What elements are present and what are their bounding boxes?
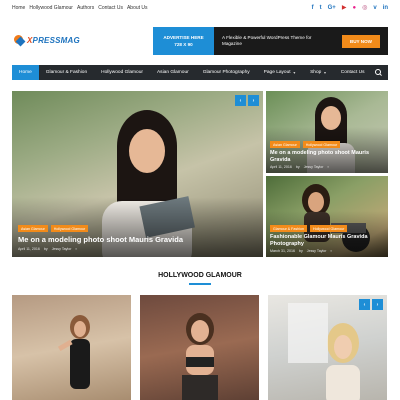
nav-item-hollywood-glamour[interactable]: Hollywood Glamour <box>94 65 150 80</box>
main-nav: Home Glamour & Fashion Hollywood Glamour… <box>12 65 388 80</box>
hero-post-title[interactable]: Me on a modeling photo shoot Mauris Grav… <box>18 235 257 244</box>
category-tag[interactable]: Hollywood Glamour <box>309 225 348 232</box>
top-link-about-us[interactable]: About Us <box>127 5 148 11</box>
nav-label: Contact Us <box>340 70 365 75</box>
google-plus-icon[interactable]: G+ <box>328 4 336 12</box>
search-icon[interactable] <box>375 69 382 76</box>
side-post-2-title[interactable]: Fashionable Glamour Mauris Gravida Photo… <box>270 234 384 247</box>
nav-label: Shop <box>310 70 322 75</box>
featured-slider[interactable]: ‹ › Asian Glamour Hollywood Glamour Me o… <box>12 91 263 257</box>
twitter-icon[interactable]: t <box>320 4 322 12</box>
side-post-1-title[interactable]: Me on a modeling photo shoot Mauris Grav… <box>270 150 384 163</box>
top-links: Home Hollywood Glamour Authors Contact U… <box>12 5 148 11</box>
ad-message: A Flexible & Powerful WordPress Theme fo… <box>222 35 312 46</box>
nav-item-page-layout[interactable]: Page Layout ▼ <box>257 65 303 80</box>
hollywood-post-image <box>57 315 90 389</box>
side-post-2[interactable]: Glamour & Fashion Hollywood Glamour Fash… <box>266 176 388 257</box>
side-post-1-meta: April 11, 2016 by Jessy Taylor ▪ <box>270 165 384 169</box>
ad-banner[interactable]: ADVERTISE HERE 728 X 90 A Flexible & Pow… <box>153 27 388 55</box>
top-link-hollywood-glamour[interactable]: Hollywood Glamour <box>29 5 73 11</box>
side-post-1-caption: Asian Glamour Hollywood Glamour Me on a … <box>266 127 388 173</box>
top-link-authors[interactable]: Authors <box>77 5 94 11</box>
category-tag[interactable]: Glamour & Fashion <box>270 225 307 232</box>
hollywood-post-image <box>182 313 218 400</box>
facebook-icon[interactable]: f <box>312 4 314 12</box>
side-post-2-meta: March 31, 2016 by Jessy Taylor ▪ <box>270 249 384 253</box>
section-underline <box>189 283 211 285</box>
site-logo[interactable]: XPRESSMAG <box>12 30 102 50</box>
post-author[interactable]: Jessy Taylor <box>304 165 324 169</box>
logo-text-rest: PRESSMAG <box>32 35 80 45</box>
logo-mark-icon <box>12 33 26 47</box>
post-date: April 11, 2016 <box>270 165 292 169</box>
flickr-icon[interactable]: ● <box>352 4 356 12</box>
nav-item-asian-glamour[interactable]: Asian Glamour <box>150 65 196 80</box>
logo-text: XPRESSMAG <box>27 36 80 45</box>
section-title: HOLLYWOOD GLAMOUR <box>158 272 242 279</box>
nav-item-home[interactable]: Home <box>12 65 39 80</box>
hero-post-meta: April 11, 2016 by Jessy Taylor ▪ <box>18 247 257 251</box>
instagram-icon[interactable]: ◎ <box>362 4 367 12</box>
youtube-icon[interactable]: ▶ <box>342 4 347 12</box>
linkedin-icon[interactable]: in <box>383 4 388 12</box>
category-tag[interactable]: Hollywood Glamour <box>302 141 341 148</box>
side-post-1-tags: Asian Glamour Hollywood Glamour <box>270 141 384 148</box>
hollywood-post-card[interactable]: ‹ › <box>268 295 387 400</box>
nav-label: Home <box>19 70 32 75</box>
nav-item-contact-us[interactable]: Contact Us <box>334 65 372 80</box>
post-author[interactable]: Jessy Taylor <box>307 249 327 253</box>
post-date: April 11, 2016 <box>18 247 40 251</box>
top-link-home[interactable]: Home <box>12 5 25 11</box>
post-by: by <box>43 247 48 251</box>
nav-item-glamour-photography[interactable]: Glamour Photography <box>196 65 257 80</box>
nav-label: Page Layout <box>263 70 291 75</box>
section-slider-arrows: ‹ › <box>359 299 383 310</box>
post-date: March 31, 2016 <box>270 249 295 253</box>
hero-slider-arrows: ‹ › <box>235 95 259 106</box>
post-by: by <box>295 165 300 169</box>
category-tag[interactable]: Hollywood Glamour <box>50 225 89 232</box>
slider-next-button[interactable]: › <box>248 95 259 106</box>
chevron-down-icon: ▼ <box>292 70 297 75</box>
nav-label: Asian Glamour <box>156 70 189 75</box>
ad-advertise-box: ADVERTISE HERE 728 X 90 <box>153 27 214 55</box>
social-icons: f t G+ ▶ ● ◎ v in <box>312 4 388 12</box>
ad-promo: A Flexible & Powerful WordPress Theme fo… <box>214 27 388 55</box>
comment-icon: ▪ <box>330 249 332 253</box>
nav-label: Hollywood Glamour <box>101 70 143 75</box>
nav-item-shop[interactable]: Shop ▼ <box>303 65 334 80</box>
section-next-button[interactable]: › <box>372 299 383 310</box>
hollywood-post-card[interactable] <box>140 295 259 400</box>
nav-item-glamour-fashion[interactable]: Glamour & Fashion <box>39 65 94 80</box>
buy-now-button[interactable]: BUY NOW <box>341 34 380 48</box>
post-author[interactable]: Jessy Taylor <box>52 247 72 251</box>
section-prev-button[interactable]: ‹ <box>359 299 370 310</box>
vimeo-icon[interactable]: v <box>373 4 376 12</box>
comment-icon: ▪ <box>327 165 329 169</box>
chevron-down-icon: ▼ <box>323 70 327 75</box>
side-post-1[interactable]: Asian Glamour Hollywood Glamour Me on a … <box>266 91 388 173</box>
side-post-2-tags: Glamour & Fashion Hollywood Glamour <box>270 225 384 232</box>
hollywood-post-card[interactable] <box>12 295 131 400</box>
ad-advertise-label: ADVERTISE HERE <box>163 35 204 40</box>
comment-icon: ▪ <box>75 247 77 251</box>
nav-label: Glamour Photography <box>202 70 250 75</box>
slider-prev-button[interactable]: ‹ <box>235 95 246 106</box>
ad-size-label: 728 X 90 <box>174 42 193 47</box>
category-tag[interactable]: Asian Glamour <box>18 225 48 232</box>
hero-tags: Asian Glamour Hollywood Glamour <box>18 225 257 232</box>
hero-caption: Asian Glamour Hollywood Glamour Me on a … <box>12 197 263 257</box>
side-post-2-caption: Glamour & Fashion Hollywood Glamour Fash… <box>266 211 388 257</box>
top-link-contact-us[interactable]: Contact Us <box>98 5 123 11</box>
post-by: by <box>298 249 303 253</box>
hollywood-post-image <box>288 303 360 400</box>
category-tag[interactable]: Asian Glamour <box>270 141 300 148</box>
nav-label: Glamour & Fashion <box>45 70 88 75</box>
top-bar: Home Hollywood Glamour Authors Contact U… <box>0 0 400 16</box>
